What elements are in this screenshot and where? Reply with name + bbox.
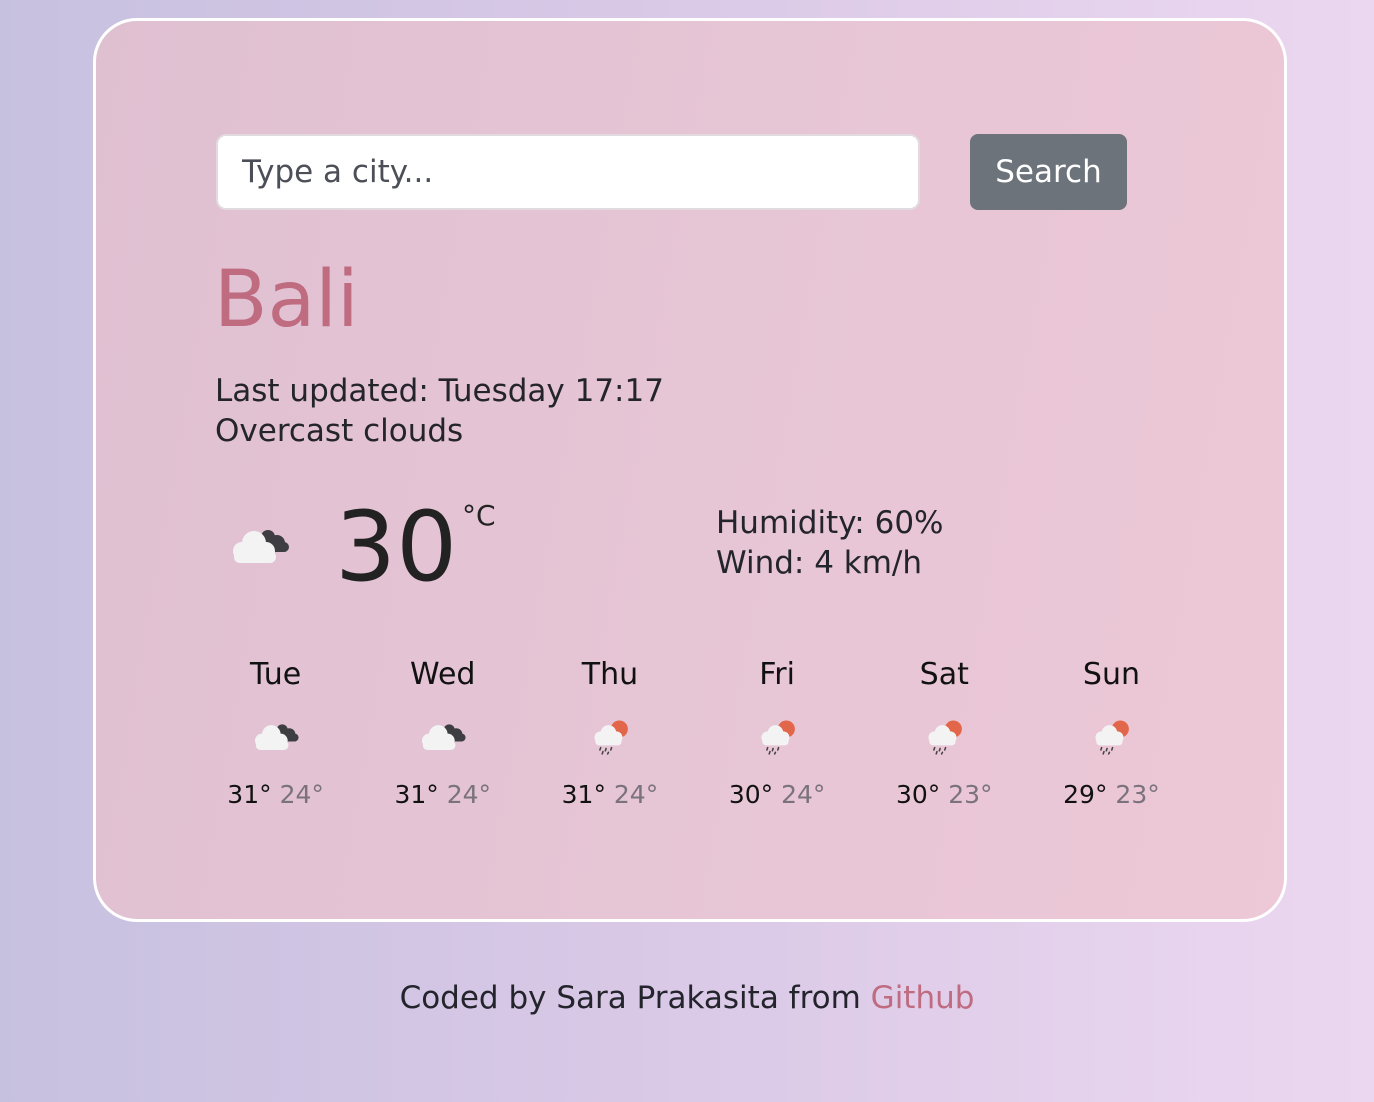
search-input[interactable] — [216, 134, 920, 210]
overcast-clouds-icon — [233, 530, 289, 563]
forecast-day: Thu 31° 24° — [526, 655, 693, 825]
rain-sun-icon — [594, 720, 628, 755]
forecast-day: Sat 30° 23° — [861, 655, 1028, 825]
forecast-day: Wed 31° 24° — [359, 655, 526, 825]
wind: Wind: 4 km/h — [716, 545, 923, 581]
weather-details: Humidity: 60% Wind: 4 km/h — [716, 503, 944, 583]
forecast-temps: 31° 24° — [526, 779, 693, 811]
forecast-max-temp: 31° — [394, 780, 439, 809]
forecast-temps: 30° 24° — [694, 779, 861, 811]
overcast-clouds-icon — [254, 724, 299, 750]
overcast-clouds-icon — [421, 724, 466, 750]
footer-text: Coded by Sara Prakasita from — [399, 980, 871, 1016]
forecast-min-temp: 23° — [1115, 780, 1160, 809]
forecast-min-temp: 24° — [781, 780, 826, 809]
forecast-day-name: Fri — [759, 657, 795, 692]
forecast: Tue 31° 24° Wed 31° 24° Thu 31° 24° Fri … — [192, 655, 1195, 825]
forecast-day-name: Tue — [249, 657, 302, 692]
forecast-min-temp: 23° — [948, 780, 993, 809]
forecast-day: Sun 29° 23° — [1028, 655, 1195, 825]
forecast-max-temp: 31° — [561, 780, 606, 809]
forecast-temps: 31° 24° — [359, 779, 526, 811]
current-temperature: 30 — [335, 491, 458, 603]
forecast-max-temp: 30° — [728, 780, 774, 809]
search-button[interactable]: Search — [970, 134, 1127, 210]
forecast-min-temp: 24° — [446, 780, 492, 809]
last-updated: Last updated: Tuesday 17:17 — [215, 373, 664, 409]
rain-sun-icon — [761, 720, 795, 755]
temperature-unit[interactable]: °C — [462, 499, 496, 532]
forecast-temps: 29° 23° — [1028, 779, 1195, 811]
forecast-day-name: Sun — [1082, 657, 1140, 692]
forecast-day-name: Sat — [919, 657, 969, 692]
city-name: Bali — [214, 255, 359, 345]
rain-sun-icon — [928, 720, 963, 755]
rain-sun-icon — [1095, 720, 1130, 755]
forecast-min-temp: 24° — [613, 780, 659, 809]
forecast-max-temp: 30° — [895, 780, 941, 809]
forecast-day: Fri 30° 24° — [694, 655, 861, 825]
github-link[interactable]: Github — [871, 980, 975, 1016]
humidity: Humidity: 60% — [716, 505, 944, 541]
forecast-max-temp: 31° — [227, 780, 272, 809]
weather-card: Search Bali Last updated: Tuesday 17:17 … — [93, 18, 1287, 922]
forecast-temps: 31° 24° — [192, 779, 359, 811]
forecast-max-temp: 29° — [1063, 780, 1108, 809]
forecast-temps: 30° 23° — [861, 779, 1028, 811]
forecast-min-temp: 24° — [279, 780, 324, 809]
forecast-day-name: Wed — [410, 657, 476, 692]
footer: Coded by Sara Prakasita from Github — [0, 980, 1374, 1016]
forecast-day: Tue 31° 24° — [192, 655, 359, 825]
weather-description: Overcast clouds — [215, 413, 464, 449]
forecast-day-name: Thu — [581, 657, 639, 692]
